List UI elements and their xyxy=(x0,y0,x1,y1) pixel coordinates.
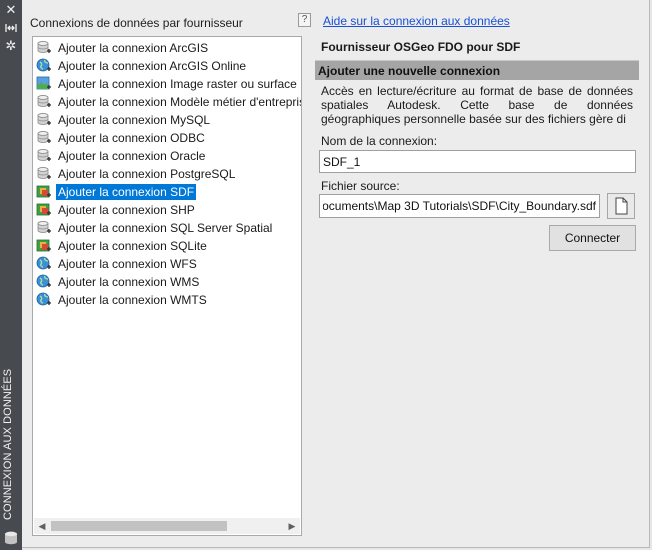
properties-icon[interactable]: ✲ xyxy=(3,40,19,54)
provider-item[interactable]: Ajouter la connexion SQL Server Spatial xyxy=(36,219,301,237)
provider-item[interactable]: Ajouter la connexion SHP xyxy=(36,201,301,219)
provider-item-label: Ajouter la connexion SHP xyxy=(58,203,195,217)
file-data-icon xyxy=(36,203,51,216)
provider-item[interactable]: Ajouter la connexion ArcGIS xyxy=(36,39,301,57)
provider-item-label: Ajouter la connexion Oracle xyxy=(58,149,206,163)
source-file-label: Fichier source: xyxy=(321,179,400,193)
globe-icon xyxy=(36,274,51,288)
connection-name-field[interactable] xyxy=(319,150,636,173)
provider-item-label: Ajouter la connexion ODBC xyxy=(58,131,205,145)
provider-item-label: Ajouter la connexion WMTS xyxy=(58,293,207,307)
data-connect-panel: Connexions de données par fournisseur ? … xyxy=(22,0,650,548)
horizontal-scrollbar[interactable]: ◀ ▶ xyxy=(34,518,300,534)
provider-list-heading: Connexions de données par fournisseur xyxy=(30,16,243,30)
scroll-left-icon[interactable]: ◀ xyxy=(34,518,50,534)
database-icon xyxy=(37,113,51,125)
palette-title: CONNEXION AUX DONNÉES xyxy=(2,368,14,520)
provider-item-label: Ajouter la connexion SQLite xyxy=(58,239,207,253)
globe-icon xyxy=(36,292,51,306)
scroll-right-icon[interactable]: ▶ xyxy=(284,518,300,534)
auto-hide-icon[interactable] xyxy=(3,22,19,36)
scrollbar-thumb[interactable] xyxy=(51,521,227,531)
provider-title: Fournisseur OSGeo FDO pour SDF xyxy=(321,40,521,54)
close-icon[interactable]: ✕ xyxy=(3,4,19,18)
provider-item-label: Ajouter la connexion ArcGIS Online xyxy=(58,59,247,73)
connection-name-label: Nom de la connexion: xyxy=(321,134,438,148)
provider-item-label: Ajouter la connexion WMS xyxy=(58,275,200,289)
section-title: Ajouter une nouvelle connexion xyxy=(318,64,501,78)
database-icon xyxy=(37,221,51,233)
raster-image-icon xyxy=(36,76,51,90)
globe-icon xyxy=(36,58,51,72)
database-icon xyxy=(37,95,51,107)
provider-item-label: Ajouter la connexion Modèle métier d'ent… xyxy=(58,95,302,109)
provider-item[interactable]: Ajouter la connexion WFS xyxy=(36,255,301,273)
database-icon xyxy=(37,41,51,53)
provider-item[interactable]: Ajouter la connexion WMTS xyxy=(36,291,301,309)
provider-item[interactable]: Ajouter la connexion SDF xyxy=(36,183,301,201)
file-data-icon xyxy=(36,185,51,198)
connect-button[interactable]: Connecter xyxy=(549,225,636,251)
provider-item[interactable]: Ajouter la connexion WMS xyxy=(36,273,301,291)
source-file-field[interactable] xyxy=(319,194,600,218)
provider-item[interactable]: Ajouter la connexion Oracle xyxy=(36,147,301,165)
provider-item-label: Ajouter la connexion SQL Server Spatial xyxy=(58,221,273,235)
provider-item[interactable]: Ajouter la connexion PostgreSQL xyxy=(36,165,301,183)
help-link[interactable]: Aide sur la connexion aux données xyxy=(323,14,510,28)
help-icon[interactable]: ? xyxy=(298,13,311,27)
provider-item[interactable]: Ajouter la connexion MySQL xyxy=(36,111,301,129)
provider-item-label: Ajouter la connexion Image raster ou sur… xyxy=(58,77,297,91)
palette-side-strip: ✕ ✲ CONNEXION AUX DONNÉES xyxy=(0,0,22,550)
provider-item-label: Ajouter la connexion ArcGIS xyxy=(58,41,209,55)
database-icon xyxy=(37,131,51,143)
browse-file-button[interactable] xyxy=(607,193,635,219)
provider-description: Accès en lecture/écriture au format de b… xyxy=(321,84,633,126)
database-icon xyxy=(5,531,17,545)
globe-icon xyxy=(36,256,51,270)
provider-item[interactable]: Ajouter la connexion ODBC xyxy=(36,129,301,147)
database-icon xyxy=(37,167,51,179)
provider-item-label: Ajouter la connexion WFS xyxy=(58,257,197,271)
provider-item-label: Ajouter la connexion SDF xyxy=(56,184,197,200)
section-header: Ajouter une nouvelle connexion xyxy=(315,60,639,80)
provider-item[interactable]: Ajouter la connexion Image raster ou sur… xyxy=(36,75,301,93)
provider-item-label: Ajouter la connexion MySQL xyxy=(58,113,211,127)
provider-item[interactable]: Ajouter la connexion ArcGIS Online xyxy=(36,57,301,75)
file-browse-icon xyxy=(615,197,628,215)
file-data-icon xyxy=(36,239,51,252)
provider-item[interactable]: Ajouter la connexion SQLite xyxy=(36,237,301,255)
provider-list[interactable]: Ajouter la connexion ArcGIS Ajouter la co… xyxy=(32,36,302,536)
database-icon xyxy=(37,149,51,161)
provider-item[interactable]: Ajouter la connexion Modèle métier d'ent… xyxy=(36,93,302,111)
provider-item-label: Ajouter la connexion PostgreSQL xyxy=(58,167,236,181)
